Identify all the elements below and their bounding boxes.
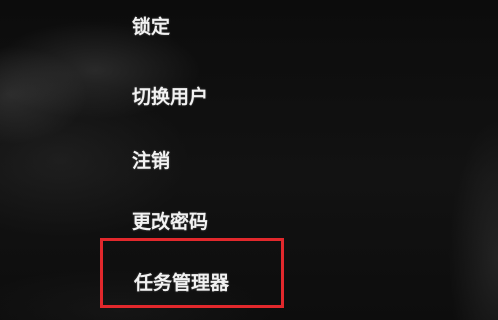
- menu-item-lock[interactable]: 锁定: [132, 12, 170, 39]
- menu-item-sign-out[interactable]: 注销: [132, 146, 170, 173]
- security-options-screen: 锁定 切换用户 注销 更改密码 任务管理器: [0, 0, 498, 320]
- menu-item-change-password[interactable]: 更改密码: [132, 207, 208, 234]
- menu-item-switch-user[interactable]: 切换用户: [132, 82, 208, 109]
- menu-item-task-manager[interactable]: 任务管理器: [134, 268, 229, 295]
